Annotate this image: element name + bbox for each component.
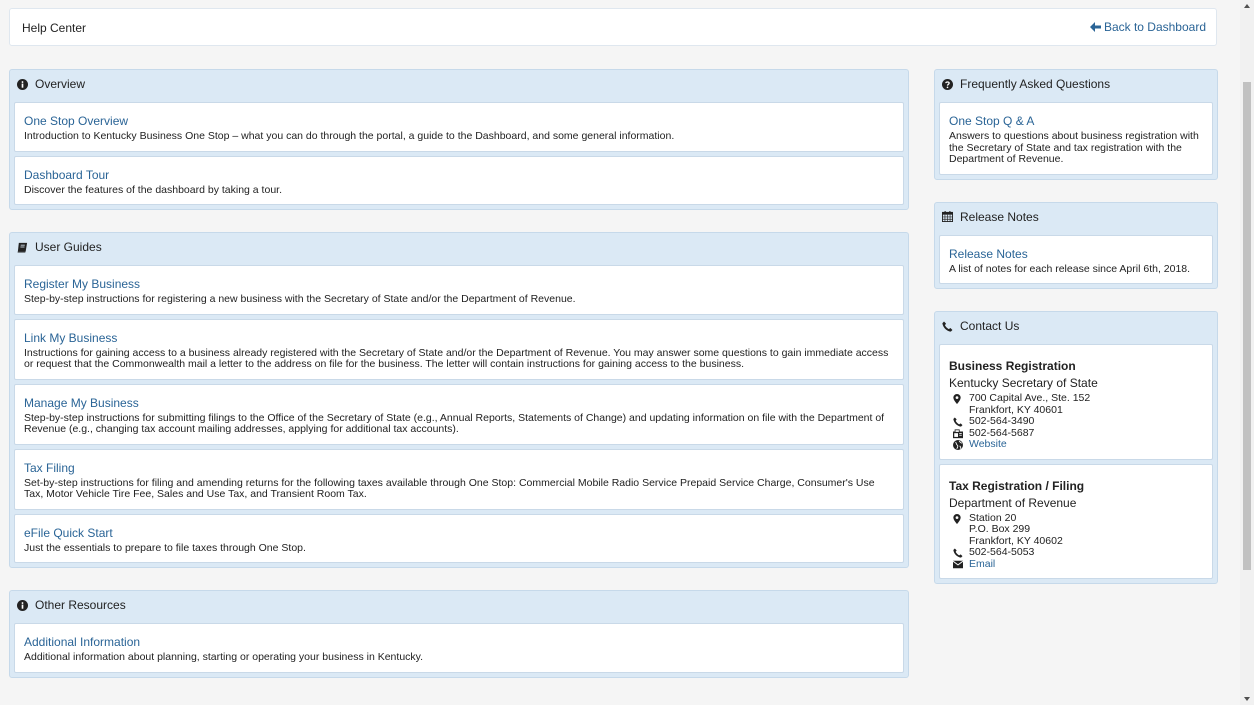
business-registration-address: 700 Capital Ave., Ste. 152 Frankfort, KY … [949, 392, 1203, 416]
scroll-up-arrow-icon[interactable] [1244, 4, 1250, 8]
business-registration-website-row: Website [949, 438, 1203, 451]
help-card-register-my-business: Register My Business Step-by-step instru… [14, 265, 904, 315]
tax-registration-address-line1: Station 20 [969, 511, 1017, 524]
other-resources-panel-header: Other Resources [14, 591, 904, 619]
right-column: Frequently Asked Questions One Stop Q & … [934, 69, 1218, 606]
help-card-link-my-business: Link My Business Instructions for gainin… [14, 318, 904, 380]
contact-card-tax-registration: Tax Registration / Filing Department of … [939, 463, 1213, 579]
user-guides-panel-header: User Guides [14, 233, 904, 261]
tax-registration-address-line2: P.O. Box 299 [969, 523, 1031, 535]
help-card-efile-quick-start: eFile Quick Start Just the essentials to… [14, 513, 904, 563]
tax-filing-link[interactable]: Tax Filing [24, 460, 894, 476]
map-marker-icon [953, 513, 961, 524]
contact-card-business-registration: Business Registration Kentucky Secretary… [939, 344, 1213, 460]
page-scrollbar[interactable] [1240, 0, 1254, 705]
business-registration-website-link[interactable]: Website [969, 438, 1007, 451]
release-notes-panel: Release Notes Release Notes A list of no… [934, 201, 1218, 289]
one-stop-overview-link[interactable]: One Stop Overview [24, 113, 894, 129]
link-my-business-desc: Instructions for gaining access to a bus… [24, 346, 889, 370]
efile-quick-start-link[interactable]: eFile Quick Start [24, 525, 894, 541]
tax-registration-title: Tax Registration / Filing [949, 478, 1085, 493]
tax-filing-desc: Set-by-step instructions for filing and … [24, 476, 875, 500]
contact-panel-header: Contact Us [939, 312, 1213, 340]
tax-registration-email-link[interactable]: Email [969, 558, 995, 571]
fax-icon [953, 428, 963, 438]
phone-icon [953, 417, 963, 427]
back-to-dashboard-label: Back to Dashboard [1103, 20, 1206, 34]
contact-heading: Contact Us [960, 319, 1020, 333]
manage-my-business-desc: Step-by-step instructions for submitting… [24, 411, 885, 435]
release-notes-heading: Release Notes [960, 209, 1039, 224]
question-circle-icon [942, 78, 953, 90]
tax-registration-org: Department of Revenue [949, 495, 1077, 510]
additional-information-desc: Additional information about planning, s… [24, 651, 424, 663]
help-card-additional-information: Additional Information Additional inform… [14, 623, 904, 673]
release-notes-panel-header: Release Notes [939, 203, 1213, 231]
tax-registration-email-row: Email [949, 558, 1203, 571]
tax-registration-address: Station 20 P.O. Box 299 Frankfort, KY 4060… [949, 511, 1203, 548]
overview-panel: Overview One Stop Overview Introduction … [9, 69, 909, 210]
user-guides-panel: User Guides Register My Business Step-by… [9, 232, 909, 568]
business-registration-org: Kentucky Secretary of State [949, 376, 1098, 390]
faq-heading: Frequently Asked Questions [960, 77, 1111, 91]
phone-icon [942, 321, 953, 332]
page-title: Help Center [22, 21, 87, 35]
help-card-release-notes: Release Notes A list of notes for each r… [939, 234, 1213, 284]
register-my-business-link[interactable]: Register My Business [24, 276, 894, 292]
tax-registration-address-line3: Frankfort, KY 40602 [969, 534, 1063, 547]
faq-panel: Frequently Asked Questions One Stop Q & … [934, 69, 1218, 180]
business-registration-phone-row: 502-564-3490 [949, 415, 1203, 428]
dashboard-tour-desc: Discover the features of the dashboard b… [24, 183, 282, 196]
envelope-icon [953, 560, 963, 568]
phone-icon [953, 548, 963, 558]
scrollbar-thumb[interactable] [1243, 82, 1251, 570]
help-card-one-stop-overview: One Stop Overview Introduction to Kentuc… [14, 102, 904, 152]
efile-quick-start-desc: Just the essentials to prepare to file t… [24, 541, 306, 554]
one-stop-qa-link[interactable]: One Stop Q & A [949, 113, 1203, 129]
map-marker-icon [953, 394, 961, 404]
tax-registration-phone: 502-564-5053 [969, 546, 1035, 558]
info-circle-icon [17, 599, 28, 611]
back-to-dashboard-link[interactable]: Back to Dashboard [1089, 20, 1206, 34]
help-card-manage-my-business: Manage My Business Step-by-step instruct… [14, 383, 904, 445]
additional-information-link[interactable]: Additional Information [24, 634, 894, 650]
user-guides-heading: User Guides [35, 240, 102, 254]
other-resources-heading: Other Resources [35, 598, 126, 612]
calendar-icon [942, 211, 953, 222]
help-card-dashboard-tour: Dashboard Tour Discover the features of … [14, 155, 904, 205]
one-stop-qa-desc: Answers to questions about business regi… [949, 130, 1199, 165]
faq-panel-header: Frequently Asked Questions [939, 70, 1213, 98]
overview-heading: Overview [35, 77, 86, 91]
release-notes-link[interactable]: Release Notes [949, 246, 1203, 262]
info-circle-icon [17, 78, 28, 90]
help-card-one-stop-qa: One Stop Q & A Answers to questions abou… [939, 102, 1213, 175]
register-my-business-desc: Step-by-step instructions for registerin… [24, 293, 576, 305]
arrow-left-icon [1089, 22, 1101, 32]
manage-my-business-link[interactable]: Manage My Business [24, 395, 894, 411]
contact-panel: Contact Us Business Registration Kentuck… [934, 311, 1218, 584]
business-registration-phone: 502-564-3490 [969, 415, 1035, 427]
one-stop-overview-desc: Introduction to Kentucky Business One St… [24, 130, 675, 142]
globe-icon [953, 440, 963, 450]
dashboard-tour-link[interactable]: Dashboard Tour [24, 167, 894, 183]
book-icon [17, 242, 28, 253]
scroll-down-arrow-icon[interactable] [1244, 697, 1250, 701]
left-column: Overview One Stop Overview Introduction … [9, 69, 909, 700]
release-notes-desc: A list of notes for each release since A… [949, 262, 1191, 275]
tax-registration-phone-row: 502-564-5053 [949, 546, 1203, 559]
link-my-business-link[interactable]: Link My Business [24, 330, 894, 346]
business-registration-title: Business Registration [949, 359, 1076, 373]
other-resources-panel: Other Resources Additional Information A… [9, 590, 909, 678]
help-center-header: Help Center Back to Dashboard [9, 8, 1217, 46]
help-card-tax-filing: Tax Filing Set-by-step instructions for … [14, 448, 904, 510]
overview-panel-header: Overview [14, 70, 904, 98]
business-registration-address-line1: 700 Capital Ave., Ste. 152 [969, 392, 1091, 404]
business-registration-address-line2: Frankfort, KY 40601 [969, 403, 1063, 416]
